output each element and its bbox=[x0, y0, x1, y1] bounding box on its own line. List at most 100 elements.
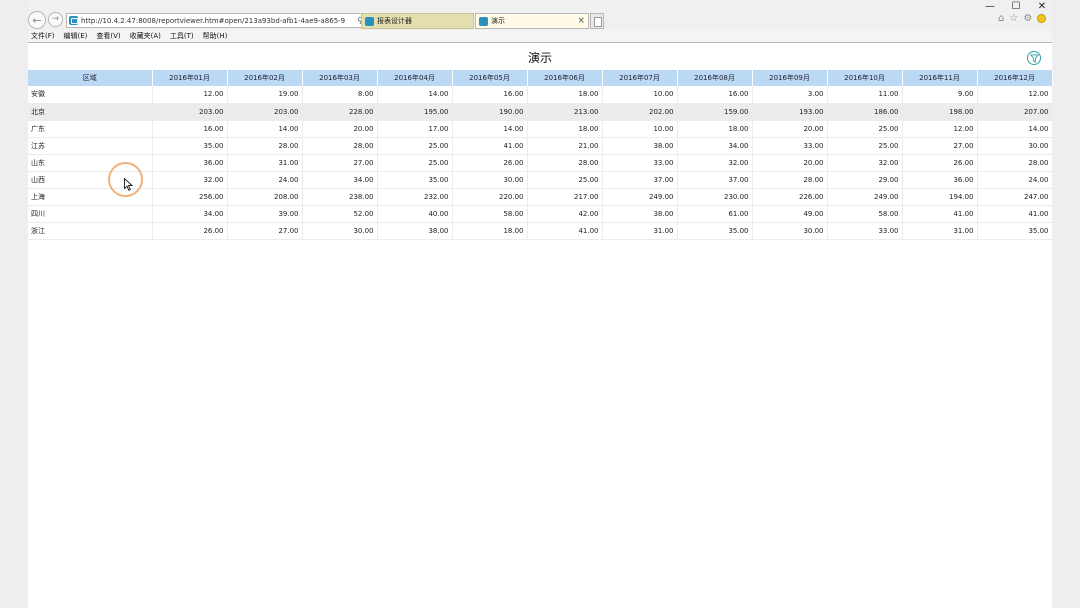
table-row: 上海 256.00 208.00 238.00 232.00 220.00 217.00 24… bbox=[28, 188, 1053, 206]
column-header-month: 2016年12月 bbox=[977, 70, 1053, 86]
column-header-month: 2016年03月 bbox=[302, 70, 378, 86]
value-cell: 38.00 bbox=[602, 137, 678, 155]
value-cell: 203.00 bbox=[152, 103, 228, 121]
value-cell: 33.00 bbox=[602, 154, 678, 172]
table-row: 北京 203.00 203.00 228.00 195.00 190.00 213.00 20… bbox=[28, 103, 1053, 121]
value-cell: 195.00 bbox=[377, 103, 453, 121]
forward-arrow-icon[interactable]: → bbox=[48, 12, 63, 27]
browser-toolbar: ← → http://10.4.2.47:8008/reportviewer.h… bbox=[28, 0, 1052, 30]
value-cell: 41.00 bbox=[527, 222, 603, 240]
value-cell: 17.00 bbox=[377, 120, 453, 138]
value-cell: 32.00 bbox=[677, 154, 753, 172]
value-cell: 30.00 bbox=[752, 222, 828, 240]
value-cell: 20.00 bbox=[752, 120, 828, 138]
value-cell: 35.00 bbox=[152, 137, 228, 155]
value-cell: 41.00 bbox=[902, 205, 978, 223]
feedback-smiley-icon[interactable] bbox=[1037, 14, 1047, 23]
maximize-icon[interactable]: ☐ bbox=[1010, 1, 1022, 12]
value-cell: 26.00 bbox=[902, 154, 978, 172]
minimize-icon[interactable]: — bbox=[984, 1, 996, 12]
value-cell: 30.00 bbox=[302, 222, 378, 240]
menu-edit[interactable]: 编辑(E) bbox=[64, 31, 88, 41]
value-cell: 20.00 bbox=[302, 120, 378, 138]
column-header-month: 2016年04月 bbox=[377, 70, 453, 86]
page-favicon bbox=[69, 16, 78, 25]
value-cell: 29.00 bbox=[827, 171, 903, 189]
table-row: 广东 16.00 14.00 20.00 17.00 14.00 18.00 10.00 18.… bbox=[28, 120, 1053, 138]
menu-help[interactable]: 帮助(H) bbox=[203, 31, 228, 41]
value-cell: 16.00 bbox=[152, 120, 228, 138]
value-cell: 228.00 bbox=[302, 103, 378, 121]
table-row: 四川 34.00 39.00 52.00 40.00 58.00 42.00 38.00 61.… bbox=[28, 205, 1053, 223]
value-cell: 37.00 bbox=[602, 171, 678, 189]
value-cell: 14.00 bbox=[227, 120, 303, 138]
value-cell: 26.00 bbox=[452, 154, 528, 172]
value-cell: 230.00 bbox=[677, 188, 753, 206]
column-header-month: 2016年02月 bbox=[227, 70, 303, 86]
new-tab-button[interactable] bbox=[590, 13, 604, 29]
column-header-month: 2016年06月 bbox=[527, 70, 603, 86]
value-cell: 28.00 bbox=[227, 137, 303, 155]
value-cell: 25.00 bbox=[527, 171, 603, 189]
url-text[interactable]: http://10.4.2.47:8008/reportviewer.htm#o… bbox=[81, 17, 354, 25]
tab-report-designer[interactable]: 报表设计器 bbox=[361, 13, 474, 29]
back-arrow-icon[interactable]: ← bbox=[28, 11, 46, 29]
menu-favorites[interactable]: 收藏夹(A) bbox=[130, 31, 161, 41]
value-cell: 21.00 bbox=[527, 137, 603, 155]
close-window-icon[interactable]: ✕ bbox=[1036, 1, 1048, 12]
value-cell: 159.00 bbox=[677, 103, 753, 121]
value-cell: 34.00 bbox=[152, 205, 228, 223]
region-cell: 北京 bbox=[28, 103, 153, 121]
value-cell: 36.00 bbox=[152, 154, 228, 172]
value-cell: 8.00 bbox=[302, 86, 378, 104]
value-cell: 232.00 bbox=[377, 188, 453, 206]
home-icon[interactable]: ⌂ bbox=[998, 13, 1004, 24]
column-header-month: 2016年01月 bbox=[152, 70, 228, 86]
value-cell: 35.00 bbox=[977, 222, 1053, 240]
address-bar[interactable]: http://10.4.2.47:8008/reportviewer.htm#o… bbox=[66, 13, 386, 28]
value-cell: 194.00 bbox=[902, 188, 978, 206]
mouse-cursor-icon bbox=[124, 178, 133, 191]
value-cell: 61.00 bbox=[677, 205, 753, 223]
value-cell: 14.00 bbox=[452, 120, 528, 138]
value-cell: 38.00 bbox=[377, 222, 453, 240]
value-cell: 238.00 bbox=[302, 188, 378, 206]
filter-icon[interactable] bbox=[1027, 51, 1041, 65]
value-cell: 217.00 bbox=[527, 188, 603, 206]
value-cell: 220.00 bbox=[452, 188, 528, 206]
favorites-star-icon[interactable]: ☆ bbox=[1009, 13, 1018, 24]
menu-tools[interactable]: 工具(T) bbox=[170, 31, 194, 41]
close-tab-icon[interactable]: × bbox=[577, 16, 585, 26]
region-cell: 安徽 bbox=[28, 86, 153, 104]
value-cell: 186.00 bbox=[827, 103, 903, 121]
menu-file[interactable]: 文件(F) bbox=[31, 31, 55, 41]
tab-label: 演示 bbox=[491, 17, 505, 25]
value-cell: 14.00 bbox=[977, 120, 1053, 138]
tab-favicon bbox=[365, 16, 374, 26]
value-cell: 30.00 bbox=[452, 171, 528, 189]
browser-window: ← → http://10.4.2.47:8008/reportviewer.h… bbox=[28, 0, 1053, 608]
report-viewer: 演示 区域 2016年01月 2016年02月 2016年03月 2016年04月 201… bbox=[28, 43, 1053, 608]
value-cell: 202.00 bbox=[602, 103, 678, 121]
value-cell: 256.00 bbox=[152, 188, 228, 206]
value-cell: 249.00 bbox=[602, 188, 678, 206]
menu-view[interactable]: 查看(V) bbox=[96, 31, 120, 41]
value-cell: 35.00 bbox=[377, 171, 453, 189]
value-cell: 28.00 bbox=[977, 154, 1053, 172]
value-cell: 24.00 bbox=[977, 171, 1053, 189]
value-cell: 27.00 bbox=[227, 222, 303, 240]
column-header-month: 2016年05月 bbox=[452, 70, 528, 86]
value-cell: 28.00 bbox=[302, 137, 378, 155]
value-cell: 198.00 bbox=[902, 103, 978, 121]
value-cell: 14.00 bbox=[377, 86, 453, 104]
table-row: 江苏 35.00 28.00 28.00 25.00 41.00 21.00 38.00 34.… bbox=[28, 137, 1053, 155]
settings-gear-icon[interactable]: ⚙ bbox=[1023, 13, 1032, 24]
value-cell: 11.00 bbox=[827, 86, 903, 104]
tab-demo[interactable]: 演示 × bbox=[475, 13, 589, 29]
value-cell: 226.00 bbox=[752, 188, 828, 206]
value-cell: 18.00 bbox=[527, 86, 603, 104]
report-title: 演示 bbox=[527, 51, 552, 65]
value-cell: 207.00 bbox=[977, 103, 1053, 121]
value-cell: 12.00 bbox=[152, 86, 228, 104]
value-cell: 18.00 bbox=[677, 120, 753, 138]
